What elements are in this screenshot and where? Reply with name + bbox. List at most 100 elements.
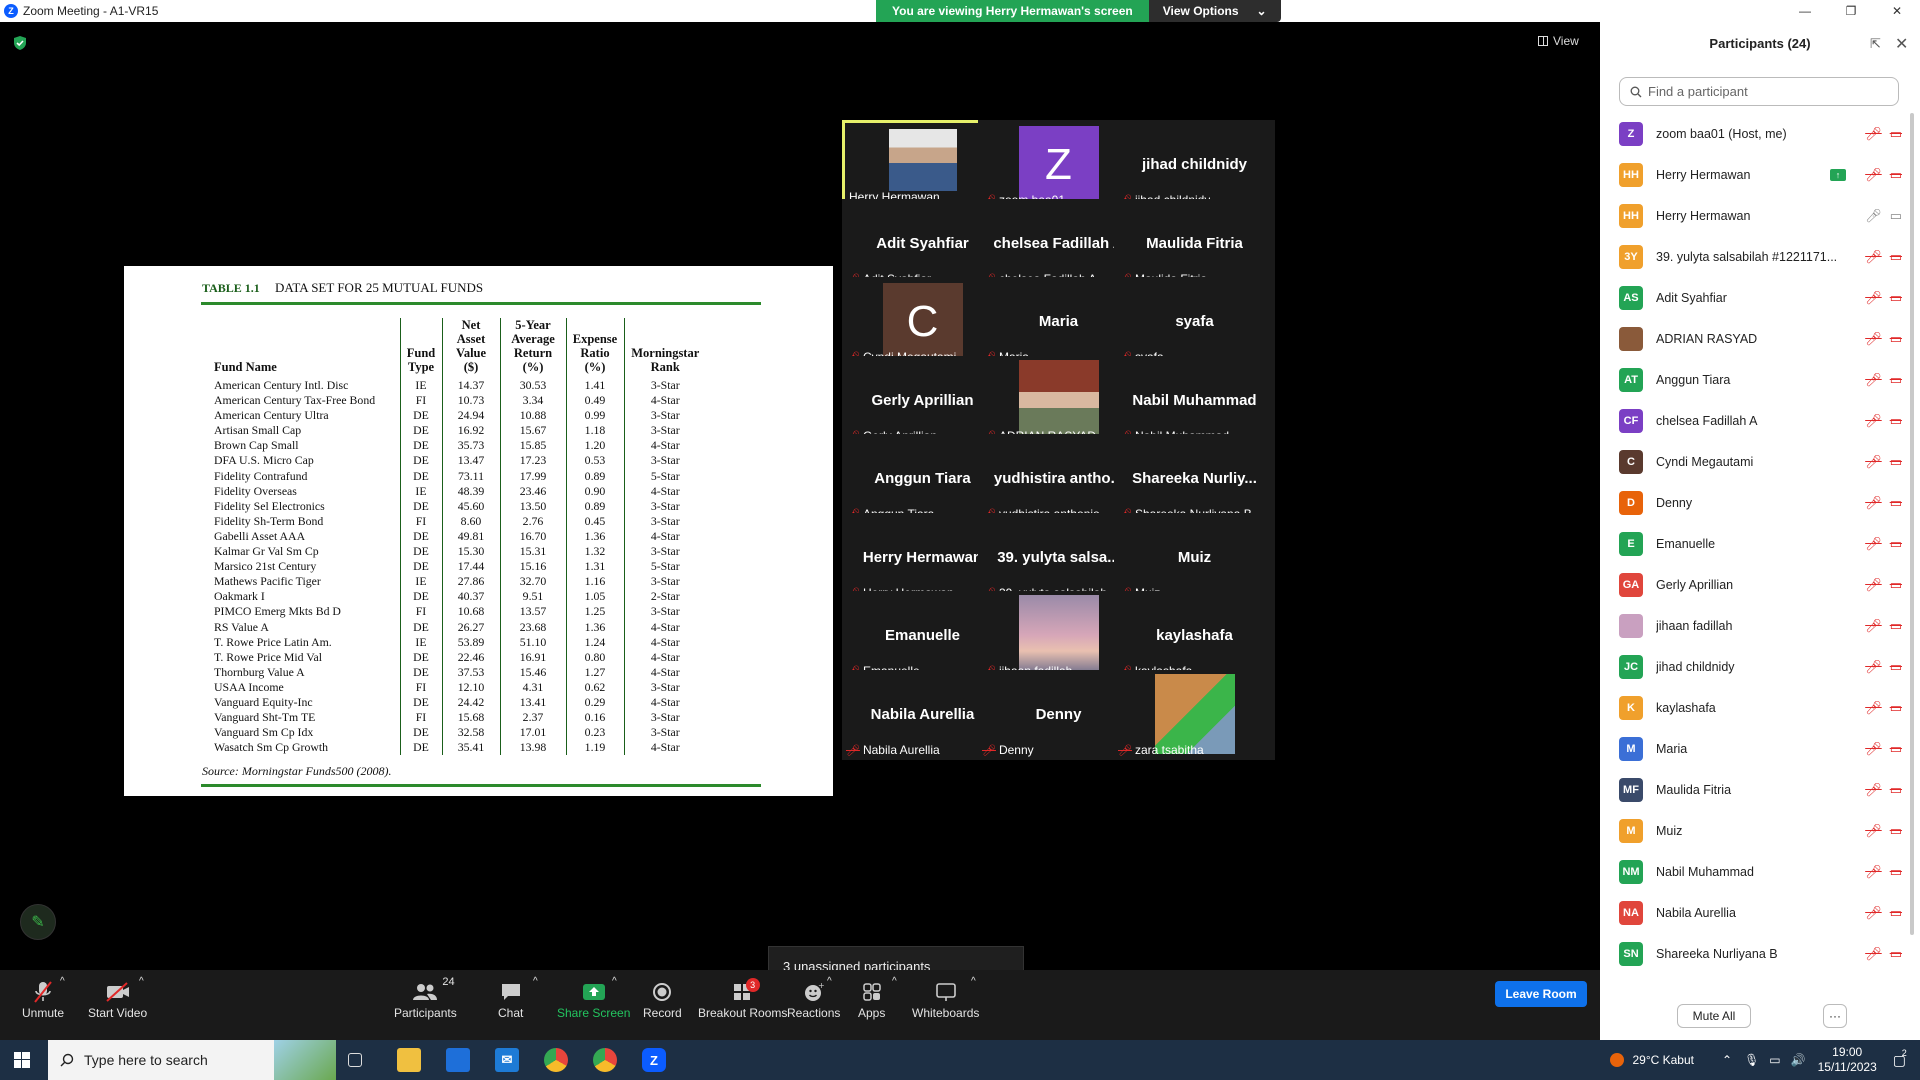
table-row: Kalmar Gr Val Sm Cp DE 15.30 15.31 1.32 3-Sta… [214, 544, 706, 560]
file-explorer-icon[interactable] [397, 1048, 421, 1072]
net-asset-value-cell: 10.68 [441, 604, 500, 620]
security-shield-icon[interactable] [12, 35, 28, 51]
apps-options-caret[interactable]: ^ [892, 976, 897, 987]
video-tile[interactable]: syafa🎤︎syafa [1114, 277, 1275, 367]
shared-screen: TABLE 1.1 DATA SET FOR 25 MUTUAL FUNDS F… [6, 266, 951, 796]
participant-row[interactable]: 3Y 39. yulyta salsabilah #1221171... 🎤︎ ▭ [1619, 236, 1904, 277]
popout-icon[interactable]: ⇱ [1870, 36, 1881, 52]
task-view-icon[interactable] [348, 1053, 362, 1067]
participants-button[interactable]: 24 Participants [394, 976, 457, 1020]
view-options-button[interactable]: View Options ⌄ [1148, 0, 1281, 22]
maximize-icon[interactable]: ❐ [1828, 0, 1874, 22]
search-input[interactable] [1648, 84, 1888, 99]
mic-icon: 🎤︎ [1865, 207, 1882, 223]
participant-list-scrollbar[interactable] [1910, 113, 1914, 935]
volume-icon[interactable]: 🔊 [1791, 1053, 1806, 1067]
participant-name: Nabila Aurellia [1656, 905, 1736, 920]
fund-name-cell: American Century Intl. Disc [214, 378, 349, 392]
windows-start-icon[interactable] [14, 1052, 30, 1068]
participant-row[interactable]: SN Shareeka Nurliyana B 🎤︎ ▭ [1619, 933, 1904, 974]
share-options-caret[interactable]: ^ [612, 976, 617, 987]
net-asset-value-cell: 14.37 [441, 378, 500, 394]
mail-icon[interactable]: ✉ [495, 1048, 519, 1072]
participant-row[interactable]: ADRIAN RASYAD 🎤︎ ▭ [1619, 318, 1904, 359]
zoom-taskbar-icon[interactable]: Z [642, 1048, 666, 1072]
participant-row[interactable]: JC jihad childnidy 🎤︎ ▭ [1619, 646, 1904, 687]
network-icon[interactable]: ▭ [1769, 1053, 1780, 1067]
video-tile[interactable]: Muiz🎤︎Muiz [1114, 513, 1275, 603]
video-tile[interactable]: jihad childnidy🎤︎jihad childnidy [1114, 120, 1275, 210]
participant-row[interactable]: HH Herry Hermawan ↑ 🎤︎ ▭ [1619, 154, 1904, 195]
microphone-tray-icon[interactable]: 🎙 [1744, 1053, 1759, 1067]
video-tile[interactable]: Maulida Fitria🎤︎Maulida Fitria [1114, 199, 1275, 289]
muted-mic-icon: 🎤︎ [1865, 617, 1882, 633]
participant-avatar [1619, 326, 1643, 351]
participant-row[interactable]: MF Maulida Fitria 🎤︎ ▭ [1619, 769, 1904, 810]
participant-avatar: CF [1619, 408, 1643, 433]
whiteboards-options-caret[interactable]: ^ [971, 976, 976, 987]
audio-options-caret[interactable]: ^ [60, 976, 65, 987]
participant-row[interactable]: Kkaylashafa 🎤︎ ▭ [1619, 687, 1904, 728]
video-tile[interactable]: 🎤︎ zara tsabitha [1114, 670, 1275, 760]
leave-room-button[interactable]: Leave Room [1495, 981, 1587, 1007]
fund-name-cell: American Century Ultra [214, 408, 329, 423]
participant-row[interactable]: M Muiz 🎤︎ ▭ [1619, 810, 1904, 851]
reactions-button[interactable]: + Reactions [787, 978, 840, 1020]
participant-row[interactable]: Zzoom baa01 (Host, me) 🎤︎ ▭ [1619, 113, 1904, 154]
participant-search[interactable] [1619, 77, 1899, 106]
unmute-button[interactable]: Unmute [22, 978, 64, 1020]
participant-avatar: Z [1619, 121, 1643, 146]
participant-row[interactable]: CF chelsea Fadillah A 🎤︎ ▭ [1619, 400, 1904, 441]
fund-type-cell: IE [399, 378, 442, 394]
apps-button[interactable]: Apps [858, 978, 885, 1020]
participant-row[interactable]: D Denny 🎤︎ ▭ [1619, 482, 1904, 523]
video-tile[interactable]: Nabil Muhammad🎤︎Nabil Muhammad [1114, 356, 1275, 446]
morningstar-rank-cell: 3-Star [623, 725, 706, 741]
fund-name-cell: Oakmark I [214, 589, 265, 604]
participant-name: Denny [1656, 495, 1693, 510]
participant-avatar: MF [1619, 777, 1643, 802]
close-window-icon[interactable]: ✕ [1874, 0, 1920, 22]
participant-row[interactable]: AT Anggun Tiara 🎤︎ ▭ [1619, 359, 1904, 400]
five-year-return-cell: 9.51 [499, 589, 566, 605]
participant-row[interactable]: E Emanuelle 🎤︎ ▭ [1619, 523, 1904, 564]
fund-type-cell: DE [399, 468, 442, 484]
muted-mic-icon: 🎤︎ [1865, 371, 1882, 387]
record-button[interactable]: Record [643, 978, 682, 1020]
participant-row[interactable]: AS Adit Syahfiar 🎤︎ ▭ [1619, 277, 1904, 318]
video-options-caret[interactable]: ^ [139, 976, 144, 987]
taskbar-search[interactable]: Type here to search [48, 1040, 336, 1080]
share-screen-button[interactable]: Share Screen [557, 978, 630, 1020]
microsoft-store-icon[interactable] [446, 1048, 470, 1072]
participant-row[interactable]: jihaan fadillah 🎤︎ ▭ [1619, 605, 1904, 646]
chevron-up-icon[interactable]: ⌃ [1722, 1053, 1732, 1067]
breakout-rooms-button[interactable]: 3 Breakout Rooms [698, 978, 787, 1020]
participant-row[interactable]: M Maria 🎤︎ ▭ [1619, 728, 1904, 769]
chrome-profile-icon[interactable] [593, 1048, 617, 1072]
participant-row[interactable]: NM Nabil Muhammad 🎤︎ ▭ [1619, 851, 1904, 892]
participant-row[interactable]: HH Herry Hermawan 🎤︎ ▭ [1619, 195, 1904, 236]
close-panel-icon[interactable]: ✕ [1895, 34, 1908, 54]
video-tile[interactable]: kaylashafa🎤︎kaylashafa [1114, 591, 1275, 681]
table-row: Fidelity Overseas IE 48.39 23.46 0.90 4-Star [214, 483, 706, 499]
whiteboards-button[interactable]: Whiteboards [912, 978, 979, 1020]
clock[interactable]: 19:00 15/11/2023 [1818, 1045, 1877, 1075]
reactions-options-caret[interactable]: ^ [827, 976, 832, 987]
chat-options-caret[interactable]: ^ [533, 976, 538, 987]
participant-row[interactable]: NA Nabila Aurellia 🎤︎ ▭ [1619, 892, 1904, 933]
view-button[interactable]: View [1538, 34, 1579, 48]
annotate-pencil-icon[interactable]: ✎ [20, 904, 56, 940]
notifications-icon[interactable]: ▢ 2 [1893, 1048, 1907, 1069]
fund-type-cell: DE [399, 740, 442, 756]
window-title: Zoom Meeting - A1-VR15 [23, 4, 159, 18]
mute-all-button[interactable]: Mute All [1677, 1004, 1751, 1028]
video-tile[interactable]: Shareeka Nurliy...🎤︎Shareeka Nurliyana B [1114, 434, 1275, 524]
chat-button[interactable]: Chat [498, 978, 523, 1020]
participant-avatar: AT [1619, 367, 1643, 392]
participant-row[interactable]: GA Gerly Aprillian 🎤︎ ▭ [1619, 564, 1904, 605]
chrome-icon[interactable] [544, 1048, 568, 1072]
participant-row[interactable]: C Cyndi Megautami 🎤︎ ▭ [1619, 441, 1904, 482]
minimize-icon[interactable]: — [1782, 0, 1828, 22]
more-options-button[interactable]: ··· [1823, 1004, 1847, 1028]
fund-type-cell: DE [399, 725, 442, 741]
